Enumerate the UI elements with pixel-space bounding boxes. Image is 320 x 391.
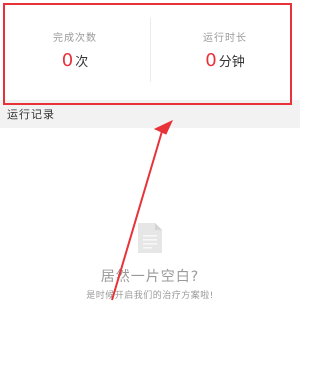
run-records-title: 运行记录: [7, 108, 55, 121]
completed-count-value: 0次: [0, 50, 150, 71]
empty-state-title: 居然一片空白?: [100, 269, 200, 285]
run-duration-unit: 分钟: [218, 55, 245, 70]
stats-panel: 完成次数 0次 运行时长 0 分钟: [0, 0, 300, 100]
completed-count-unit: 次: [75, 55, 89, 70]
completed-count-number: 0: [61, 50, 74, 71]
empty-state: 居然一片空白? 是时候开启我们的治疗方案啦!: [0, 128, 300, 391]
empty-state-subtitle: 是时候开启我们的治疗方案啦!: [86, 291, 214, 301]
run-duration-stat: 运行时长 0 分钟: [150, 0, 300, 100]
completed-count-label: 完成次数: [53, 33, 97, 44]
run-duration-number: 0: [205, 50, 217, 71]
completed-count-stat: 完成次数 0次: [0, 0, 150, 100]
run-records-header: 运行记录: [0, 100, 300, 128]
run-duration-label: 运行时长: [203, 33, 247, 44]
run-duration-value: 0 分钟: [150, 50, 300, 71]
document-icon: [138, 223, 162, 253]
